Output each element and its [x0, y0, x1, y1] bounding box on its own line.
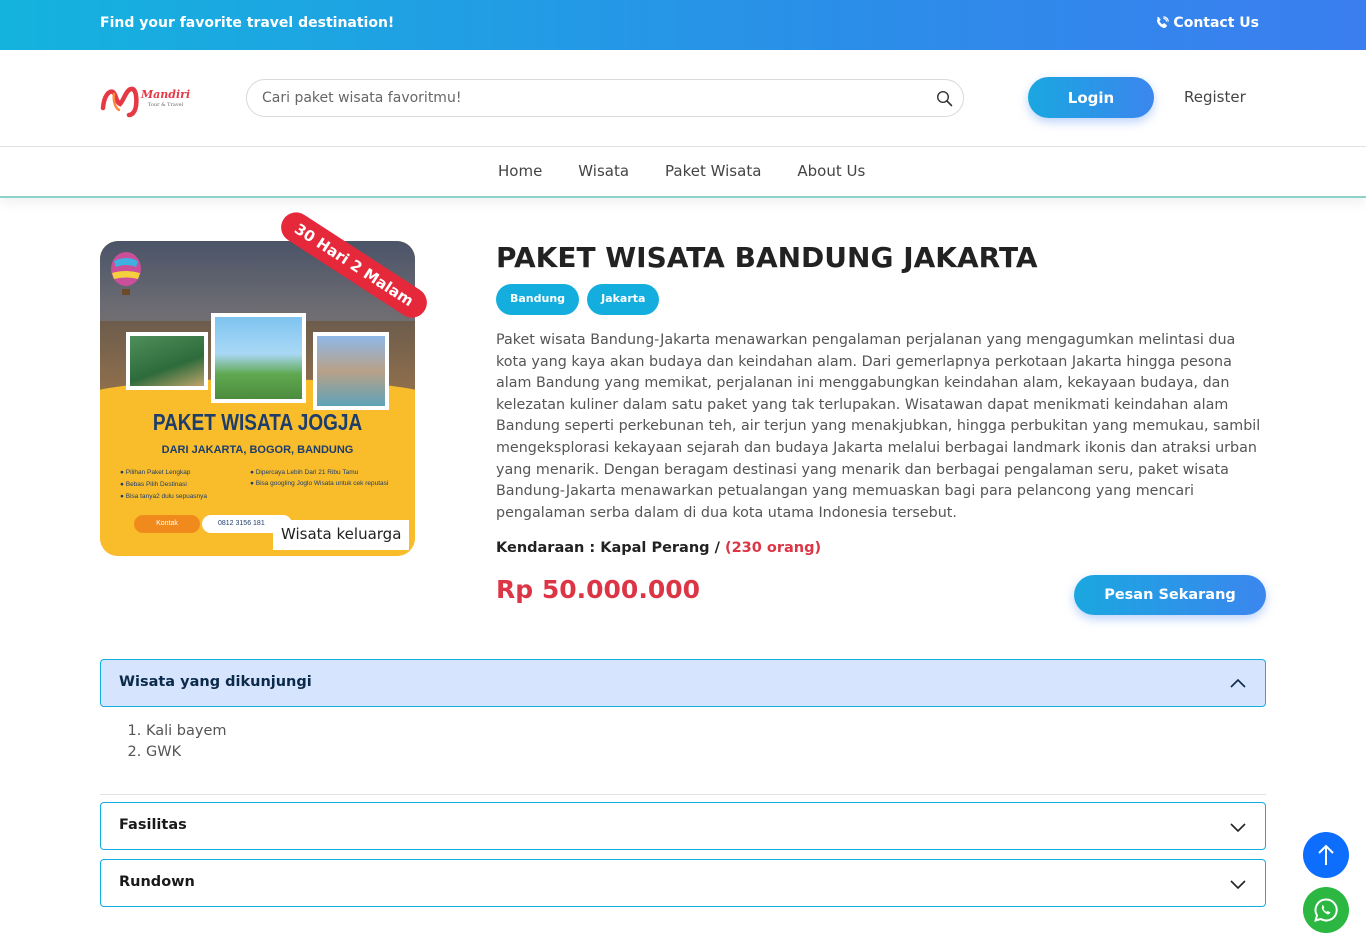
nav-item-about-us[interactable]: About Us: [797, 162, 865, 180]
logo-subtext: Tour & Travel: [147, 102, 184, 108]
accordion-rundown-label: Rundown: [119, 874, 195, 890]
login-button[interactable]: Login: [1028, 77, 1154, 118]
page-title: PAKET WISATA BANDUNG JAKARTA: [496, 241, 1038, 274]
capacity-label: (230 orang): [724, 540, 822, 556]
contact-us-label: Contact Us: [1173, 15, 1259, 31]
image-kontak-badge: Kontak: [134, 515, 200, 533]
search-input[interactable]: [262, 88, 902, 108]
photo-thumb-2: [211, 313, 306, 403]
main-nav: Home Wisata Paket Wisata About Us: [0, 147, 1366, 198]
vehicle-label: Kendaraan : Kapal Perang /: [496, 540, 720, 556]
product-description: Paket wisata Bandung-Jakarta menawarkan …: [496, 332, 1261, 521]
search-icon[interactable]: [936, 90, 953, 107]
nav-item-wisata[interactable]: Wisata: [578, 162, 629, 180]
phone-icon: [1157, 15, 1170, 28]
price: Rp 50.000.000: [496, 575, 701, 604]
whatsapp-icon: [1314, 898, 1338, 922]
image-title: PAKET WISATA JOGJA: [152, 410, 363, 436]
hot-air-balloon-icon: [111, 252, 141, 295]
brand-logo[interactable]: Mandiri Tour & Travel: [100, 82, 192, 118]
nav-item-paket-wisata[interactable]: Paket Wisata: [665, 162, 761, 180]
contact-us-link[interactable]: Contact Us: [1154, 15, 1259, 31]
header: Mandiri Tour & Travel Login Register: [0, 50, 1366, 147]
tagline: Find your favorite travel destination!: [100, 15, 395, 31]
accordion-facilities-label: Fasilitas: [119, 817, 187, 833]
search-bar: [246, 79, 964, 117]
arrow-up-icon: [1318, 844, 1334, 865]
whatsapp-button[interactable]: [1303, 887, 1349, 933]
order-now-button[interactable]: Pesan Sekarang: [1074, 575, 1266, 615]
image-features-right: ● Dipercaya Lebih Dari 21 Ribu Tamu ● Bi…: [250, 469, 389, 487]
tag-list: Bandung Jakarta: [496, 284, 660, 315]
photo-thumb-3: [313, 332, 389, 410]
image-subtitle: DARI JAKARTA, BOGOR, BANDUNG: [161, 444, 354, 456]
image-caption: Wisata keluarga: [273, 520, 410, 550]
scroll-to-top-button[interactable]: [1303, 832, 1349, 878]
chevron-down-icon: [1230, 880, 1246, 890]
image-features-left: ● Pilihan Paket Lengkap ● Bebas Pilih De…: [120, 469, 208, 500]
nav-item-home[interactable]: Home: [498, 162, 542, 180]
accordion-visited[interactable]: Wisata yang dikunjungi: [100, 659, 1266, 707]
accordion-visited-label: Wisata yang dikunjungi: [119, 674, 312, 690]
logo-m-icon: [100, 86, 139, 118]
tag-bandung[interactable]: Bandung: [496, 284, 580, 315]
photo-thumb-1: [126, 332, 208, 390]
accordion-visited-body: Kali bayem GWK: [100, 707, 1266, 795]
chevron-down-icon: [1230, 823, 1246, 833]
tag-jakarta[interactable]: Jakarta: [587, 284, 660, 315]
chevron-up-icon: [1230, 678, 1246, 688]
accordion-rundown[interactable]: Rundown: [100, 859, 1266, 907]
accordion-facilities[interactable]: Fasilitas: [100, 802, 1266, 850]
register-link[interactable]: Register: [1184, 88, 1246, 106]
list-item: Kali bayem: [146, 721, 227, 742]
list-item: GWK: [146, 742, 227, 763]
vehicle-info: Kendaraan : Kapal Perang / (230 orang): [496, 540, 821, 556]
top-bar: Find your favorite travel destination! C…: [0, 0, 1366, 50]
logo-text: Mandiri Tour & Travel: [141, 89, 190, 111]
